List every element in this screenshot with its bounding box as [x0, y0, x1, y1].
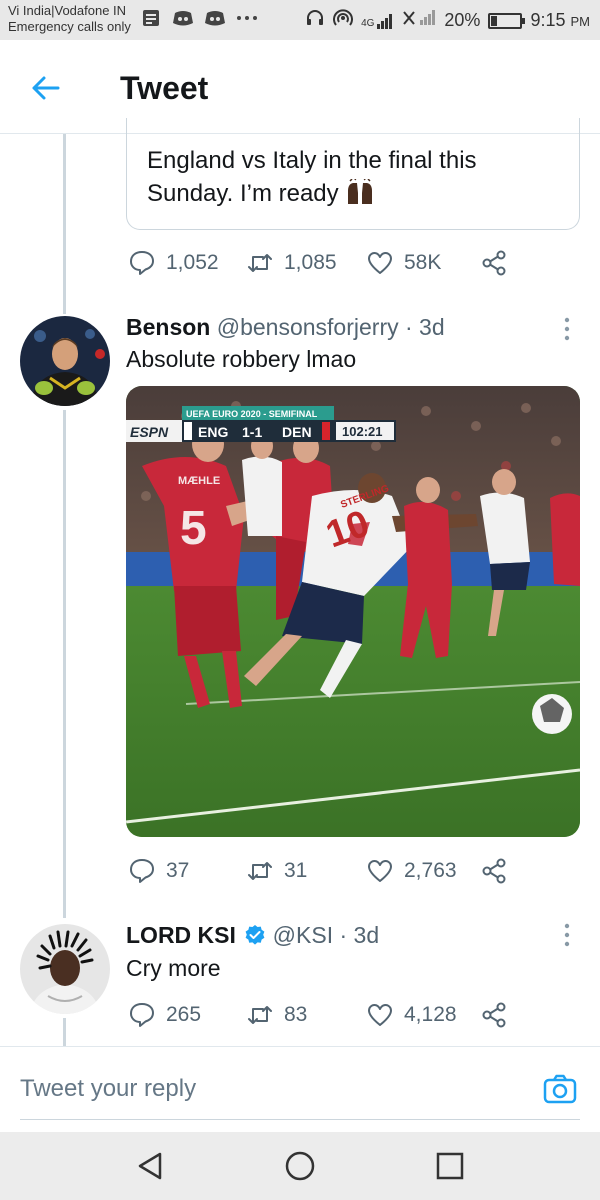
- discord-icon: [172, 7, 194, 29]
- like-action[interactable]: 2,763: [366, 857, 457, 885]
- reply-icon: [130, 859, 154, 883]
- raised-hands-emoji: [345, 177, 375, 214]
- author-handle[interactable]: @KSI: [273, 922, 333, 948]
- back-arrow-icon[interactable]: [30, 72, 62, 104]
- share-icon: [482, 250, 506, 276]
- author-name[interactable]: LORD KSI: [126, 922, 236, 948]
- retweet-count: 31: [284, 859, 308, 882]
- battery-icon: [488, 12, 526, 29]
- message-icon: [140, 7, 162, 29]
- notification-icons: [140, 7, 258, 29]
- broadcaster-logo: ESPN: [130, 424, 169, 440]
- player-number-home: 5: [180, 502, 207, 555]
- nav-back-icon[interactable]: [134, 1149, 168, 1183]
- clock-time: 9:15: [530, 10, 566, 30]
- carrier-name: Vi India|Vodafone IN: [8, 3, 127, 18]
- carrier-info: Vi India|Vodafone IN Emergency calls onl…: [8, 3, 131, 35]
- retweet-count: 1,085: [284, 251, 337, 274]
- scorebug-title: UEFA EURO 2020 - SEMIFINAL: [186, 409, 318, 419]
- network-type-label: 4G: [361, 17, 375, 29]
- author-name[interactable]: Benson: [126, 314, 210, 340]
- retweet-icon: [248, 254, 272, 272]
- heart-icon: [368, 860, 392, 882]
- like-count: 4,128: [404, 1003, 457, 1026]
- tweet-time: · 3d: [405, 314, 445, 340]
- tweet-header: Benson @bensonsforjerry · 3d: [126, 314, 445, 341]
- discord-icon: [204, 7, 226, 29]
- status-bar: Vi India|Vodafone IN Emergency calls onl…: [0, 0, 600, 40]
- battery-percent: 20%: [444, 10, 481, 30]
- system-navigation-bar: [0, 1132, 600, 1200]
- share-action[interactable]: [480, 1001, 508, 1029]
- hotspot-icon: [333, 8, 354, 33]
- reply-icon: [130, 1003, 154, 1027]
- nav-recents-icon[interactable]: [433, 1149, 467, 1183]
- tweet-text: Cry more: [126, 955, 221, 981]
- reply-count: 1,052: [166, 251, 219, 274]
- nav-home-icon[interactable]: [283, 1149, 317, 1183]
- reply-icon: [130, 251, 154, 275]
- tweet-header: LORD KSI @KSI · 3d: [126, 922, 379, 952]
- share-action[interactable]: [480, 857, 508, 885]
- verified-badge-icon: [244, 924, 266, 952]
- tweet-media-image[interactable]: MÆHLE 5 STERLING 10 UEFA EURO 2020 - SEM…: [126, 386, 580, 837]
- avatar-ksi[interactable]: [20, 924, 110, 1014]
- player-name-home: MÆHLE: [178, 475, 220, 487]
- headset-icon: [305, 8, 325, 33]
- reply-count: 265: [166, 1003, 202, 1026]
- match-score: 1-1: [242, 424, 262, 440]
- heart-icon: [368, 252, 392, 274]
- tweet-time: · 3d: [339, 922, 380, 948]
- reply-input[interactable]: Tweet your reply: [20, 1075, 196, 1103]
- camera-icon[interactable]: [542, 1071, 578, 1107]
- quoted-tweet-card[interactable]: England vs Italy in the final this Sunda…: [126, 118, 580, 230]
- team-home: ENG: [198, 424, 228, 440]
- like-action[interactable]: 58K: [366, 249, 441, 277]
- match-clock: 102:21: [342, 424, 382, 439]
- like-count: 2,763: [404, 859, 457, 882]
- share-icon: [482, 1002, 506, 1028]
- reply-action[interactable]: 37: [128, 857, 189, 885]
- retweet-icon: [248, 862, 272, 880]
- thread-connector: [63, 1018, 66, 1046]
- like-count: 58K: [404, 251, 442, 274]
- retweet-count: 83: [284, 1003, 308, 1026]
- more-options-icon[interactable]: [560, 316, 574, 342]
- share-action[interactable]: [480, 249, 508, 277]
- retweet-action[interactable]: 31: [246, 857, 307, 885]
- reply-action[interactable]: 1,052: [128, 249, 219, 277]
- team-away: DEN: [282, 424, 312, 440]
- quoted-tweet-text: England vs Italy in the final this Sunda…: [147, 147, 477, 207]
- thread-connector: [63, 410, 66, 918]
- more-options-icon[interactable]: [560, 922, 574, 948]
- page-title: Tweet: [120, 70, 209, 106]
- share-icon: [482, 858, 506, 884]
- reply-input-underline: [20, 1119, 580, 1120]
- like-action[interactable]: 4,128: [366, 1001, 457, 1029]
- reply-action[interactable]: 265: [128, 1001, 201, 1029]
- retweet-action[interactable]: 1,085: [246, 249, 337, 277]
- system-status: 4G 20% 9:15 PM: [305, 8, 590, 33]
- retweet-action[interactable]: 83: [246, 1001, 307, 1029]
- clock-suffix: PM: [570, 14, 591, 29]
- more-dots-icon: [236, 7, 258, 29]
- retweet-icon: [248, 1006, 272, 1024]
- reply-composer: Tweet your reply: [0, 1046, 600, 1132]
- clock: 9:15 PM: [530, 10, 590, 31]
- signal-icon: 4G: [361, 13, 394, 29]
- no-signal-icon: [402, 9, 436, 32]
- reply-count: 37: [166, 859, 190, 882]
- emergency-calls-label: Emergency calls only: [8, 19, 131, 34]
- avatar-benson[interactable]: [20, 316, 110, 406]
- tweet-text: Absolute robbery lmao: [126, 346, 357, 372]
- heart-icon: [368, 1004, 392, 1026]
- author-handle[interactable]: @bensonsforjerry: [217, 314, 399, 340]
- match-photo: MÆHLE 5 STERLING 10 UEFA EURO 2020 - SEM…: [126, 386, 580, 837]
- battery-level: [491, 15, 498, 26]
- thread-connector: [63, 134, 66, 314]
